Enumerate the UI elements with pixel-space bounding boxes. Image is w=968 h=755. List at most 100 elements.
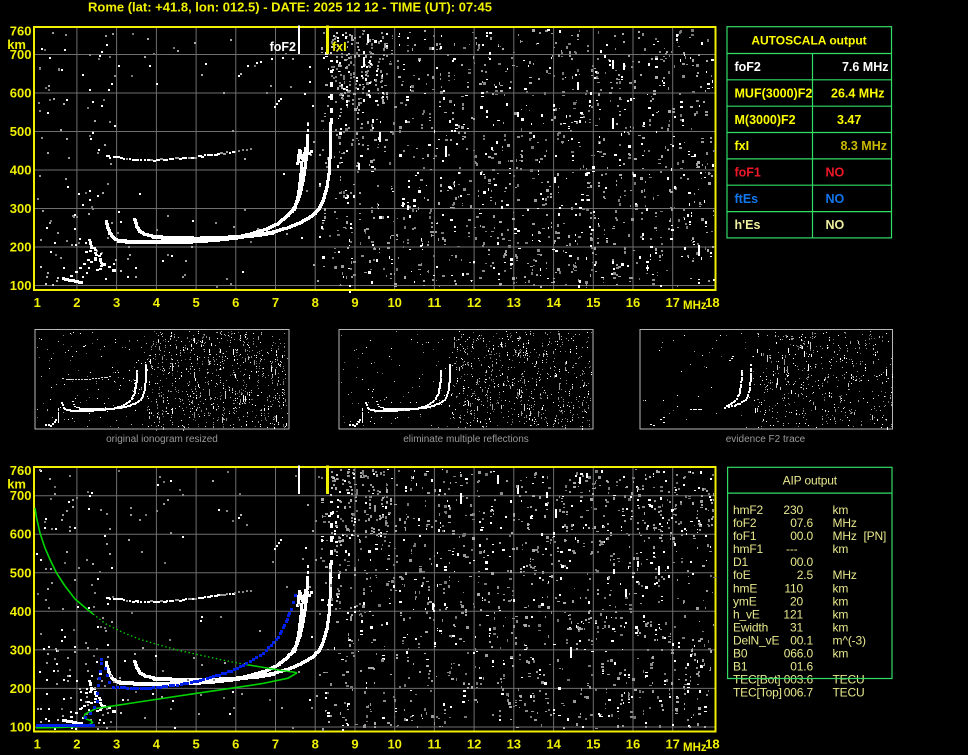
svg-text:km: km xyxy=(833,594,849,608)
svg-text:500: 500 xyxy=(10,565,32,580)
svg-text:26.4 MHz: 26.4 MHz xyxy=(831,87,885,101)
svg-text:AUTOSCALA output: AUTOSCALA output xyxy=(751,34,866,48)
svg-text:NO: NO xyxy=(826,192,845,206)
svg-text:7: 7 xyxy=(272,295,279,310)
svg-text:MHz: MHz xyxy=(833,516,857,530)
svg-text:DelN_vE: DelN_vE xyxy=(733,634,779,648)
svg-text:200: 200 xyxy=(10,240,32,255)
svg-text:8: 8 xyxy=(312,295,319,310)
svg-text:110: 110 xyxy=(784,581,803,595)
svg-text:3.47: 3.47 xyxy=(837,113,861,127)
svg-text:eliminate multiple reflections: eliminate multiple reflections xyxy=(403,434,529,445)
svg-text:10: 10 xyxy=(387,737,401,752)
svg-text:600: 600 xyxy=(10,86,32,101)
svg-text:ymE: ymE xyxy=(733,594,757,608)
svg-text:13: 13 xyxy=(507,737,521,752)
svg-text:003.6: 003.6 xyxy=(784,673,814,687)
svg-text:foF2: foF2 xyxy=(733,516,757,530)
svg-text:km: km xyxy=(833,647,849,661)
svg-text:foE: foE xyxy=(733,568,751,582)
svg-text:NO: NO xyxy=(826,218,845,232)
svg-text:18: 18 xyxy=(705,295,719,310)
svg-text:8.3 MHz: 8.3 MHz xyxy=(840,139,887,153)
svg-text:7.6 MHz: 7.6 MHz xyxy=(842,60,889,74)
svg-text:M(3000)F2: M(3000)F2 xyxy=(735,113,796,127)
svg-text:700: 700 xyxy=(10,47,32,62)
svg-text:00.0: 00.0 xyxy=(790,529,813,543)
svg-text:400: 400 xyxy=(10,163,32,178)
svg-text:300: 300 xyxy=(10,201,32,216)
svg-text:TEC[Bot]: TEC[Bot] xyxy=(733,673,780,687)
svg-text:ftEs: ftEs xyxy=(735,192,759,206)
svg-text:Rome (lat: +41.8, lon: 012.5): Rome (lat: +41.8, lon: 012.5) - DATE: 20… xyxy=(88,0,492,15)
svg-text:km: km xyxy=(833,607,849,621)
svg-text:700: 700 xyxy=(10,488,32,503)
svg-text:14: 14 xyxy=(546,295,561,310)
svg-text:Ewidth: Ewidth xyxy=(733,620,768,634)
svg-text:15: 15 xyxy=(586,295,600,310)
svg-text:m^(-3): m^(-3) xyxy=(833,634,867,648)
svg-text:6: 6 xyxy=(232,737,239,752)
svg-text:foF2: foF2 xyxy=(270,40,296,54)
svg-text:B0: B0 xyxy=(733,647,748,661)
svg-text:066.0: 066.0 xyxy=(784,647,814,661)
svg-text:18: 18 xyxy=(705,737,719,752)
svg-text:foF1: foF1 xyxy=(735,166,761,180)
svg-text:AIP output: AIP output xyxy=(783,474,838,488)
svg-text:foF2: foF2 xyxy=(735,60,761,74)
svg-text:9: 9 xyxy=(351,737,358,752)
svg-text:1: 1 xyxy=(34,295,41,310)
svg-text:hmF2: hmF2 xyxy=(733,503,764,517)
svg-text:8: 8 xyxy=(312,737,319,752)
svg-text:2: 2 xyxy=(73,737,80,752)
svg-text:300: 300 xyxy=(10,642,32,657)
svg-text:km: km xyxy=(833,503,849,517)
svg-text:100: 100 xyxy=(10,278,32,293)
svg-text:006.7: 006.7 xyxy=(784,686,814,700)
svg-text:10: 10 xyxy=(387,295,401,310)
svg-text:h_vE: h_vE xyxy=(733,607,760,621)
svg-text:km: km xyxy=(833,620,849,634)
svg-text:fxI: fxI xyxy=(332,40,347,54)
svg-text:original ionogram resized: original ionogram resized xyxy=(106,434,218,445)
svg-text:9: 9 xyxy=(351,295,358,310)
svg-text:16: 16 xyxy=(626,737,640,752)
svg-text:km: km xyxy=(833,581,849,595)
svg-text:7: 7 xyxy=(272,737,279,752)
svg-text:121: 121 xyxy=(783,607,803,621)
svg-text:17: 17 xyxy=(665,295,679,310)
svg-text:2.5: 2.5 xyxy=(797,568,814,582)
svg-text:500: 500 xyxy=(10,124,32,139)
svg-text:6: 6 xyxy=(232,295,239,310)
svg-text:600: 600 xyxy=(10,527,32,542)
svg-text:400: 400 xyxy=(10,604,32,619)
svg-text:5: 5 xyxy=(192,737,199,752)
svg-text:evidence F2 trace: evidence F2 trace xyxy=(726,434,806,445)
svg-text:5: 5 xyxy=(192,295,199,310)
svg-text:2: 2 xyxy=(73,295,80,310)
svg-text:---: --- xyxy=(786,542,798,556)
svg-text:13: 13 xyxy=(507,295,521,310)
svg-text:12: 12 xyxy=(467,737,481,752)
svg-text:MHz: MHz xyxy=(833,529,857,543)
svg-text:MHz: MHz xyxy=(833,568,857,582)
svg-text:1: 1 xyxy=(34,737,41,752)
svg-text:14: 14 xyxy=(546,737,561,752)
svg-text:hmE: hmE xyxy=(733,581,757,595)
svg-text:foF1: foF1 xyxy=(733,529,757,543)
svg-text:17: 17 xyxy=(665,737,679,752)
svg-text:12: 12 xyxy=(467,295,481,310)
svg-text:TEC[Top]: TEC[Top] xyxy=(733,686,782,700)
svg-text:4: 4 xyxy=(153,737,161,752)
svg-text:07.6: 07.6 xyxy=(790,516,813,530)
svg-text:fxI: fxI xyxy=(735,139,750,153)
svg-text:3: 3 xyxy=(113,737,120,752)
svg-text:31: 31 xyxy=(790,620,804,634)
svg-text:D1: D1 xyxy=(733,555,749,569)
svg-text:00.0: 00.0 xyxy=(790,555,813,569)
svg-text:200: 200 xyxy=(10,681,32,696)
svg-text:MUF(3000)F2: MUF(3000)F2 xyxy=(735,87,813,101)
svg-text:11: 11 xyxy=(428,737,442,752)
svg-text:4: 4 xyxy=(153,295,161,310)
svg-text:20: 20 xyxy=(790,594,804,608)
